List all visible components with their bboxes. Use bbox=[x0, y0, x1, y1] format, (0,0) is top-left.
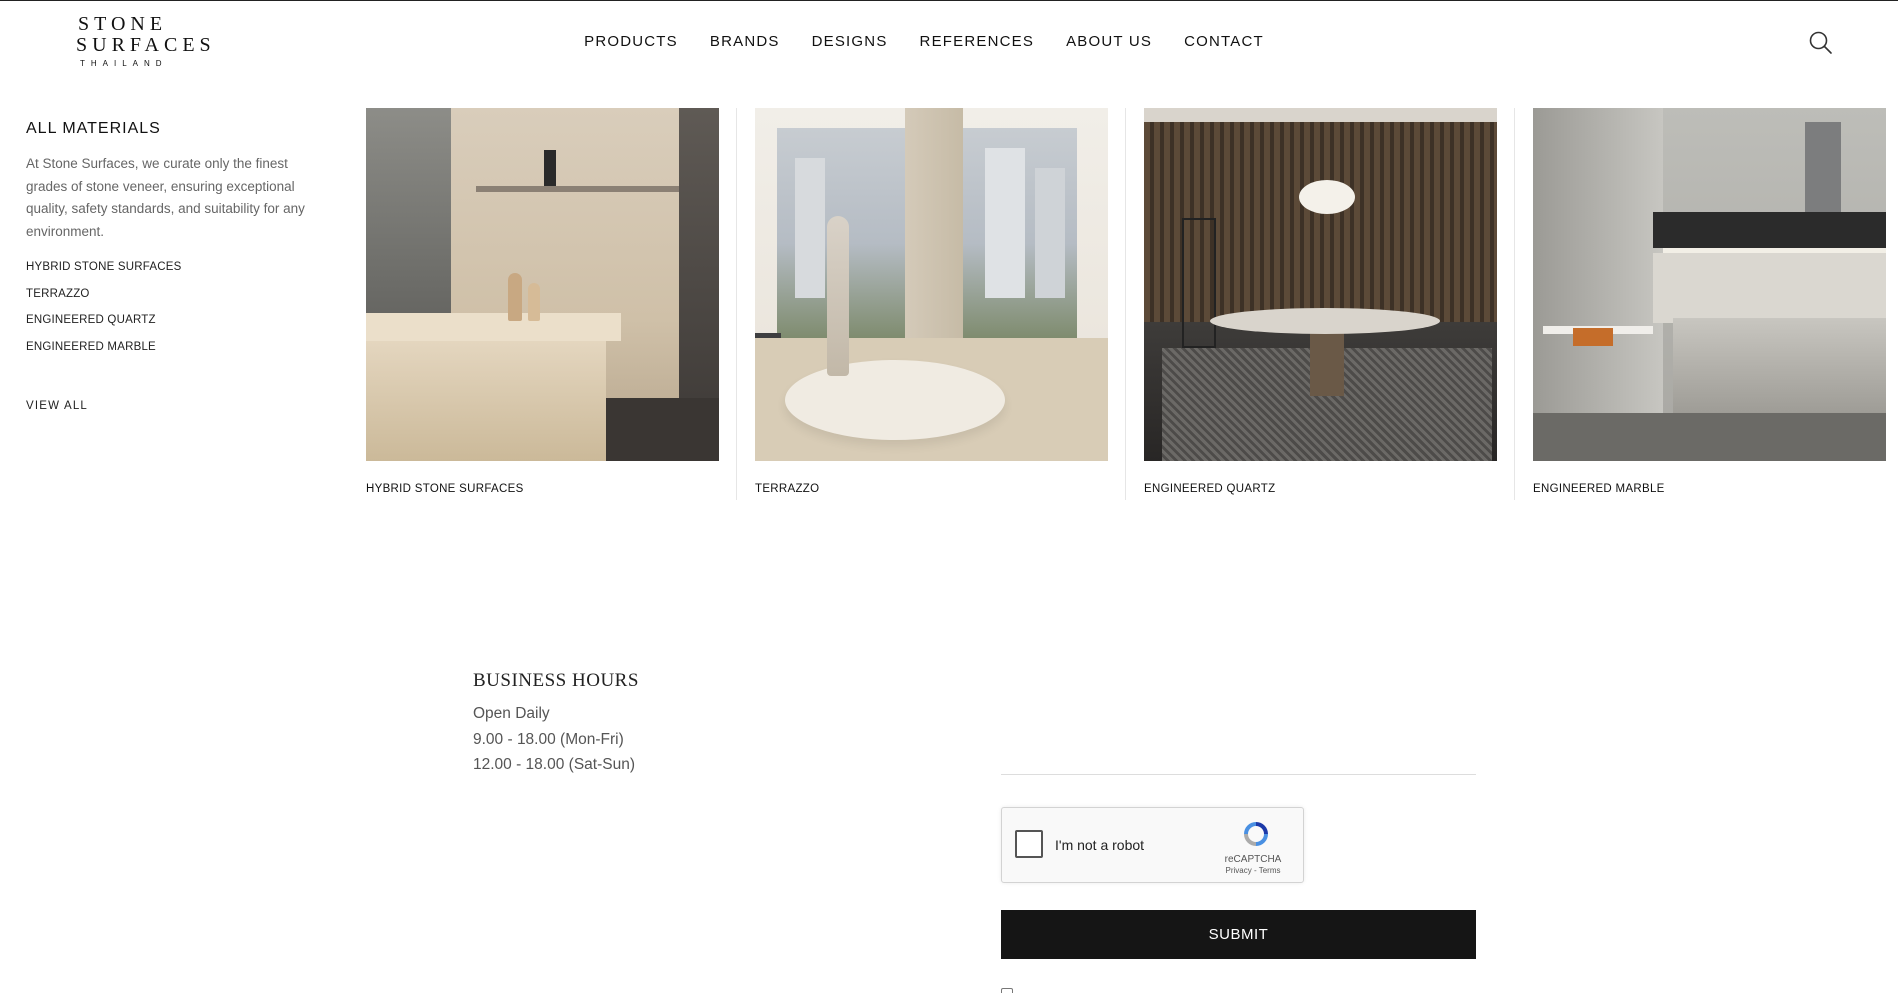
recaptcha-icon bbox=[1244, 822, 1268, 846]
menu-description: At Stone Surfaces, we curate only the fi… bbox=[26, 156, 305, 239]
engineered-marble-image bbox=[1533, 108, 1886, 461]
hours-line: 12.00 - 18.00 (Sat-Sun) bbox=[473, 756, 635, 773]
search-icon bbox=[1809, 31, 1832, 54]
menu-title: ALL MATERIALS bbox=[26, 120, 161, 137]
card-terrazzo[interactable]: TERRAZZO bbox=[736, 108, 1108, 500]
engineered-quartz-image bbox=[1144, 108, 1497, 461]
material-cards: HYBRID STONE SURFACES TERRAZZO ENGINEERE… bbox=[366, 108, 1886, 500]
nav-designs[interactable]: DESIGNS bbox=[812, 33, 888, 50]
nav-references[interactable]: REFERENCES bbox=[920, 33, 1035, 50]
nav-products[interactable]: PRODUCTS bbox=[584, 33, 678, 50]
card-engineered-quartz[interactable]: ENGINEERED QUARTZ bbox=[1125, 108, 1497, 500]
main-nav: PRODUCTS BRANDS DESIGNS REFERENCES ABOUT… bbox=[0, 33, 1898, 50]
hours-line: 9.00 - 18.00 (Mon-Fri) bbox=[473, 730, 624, 748]
terrazzo-image bbox=[755, 108, 1108, 461]
materials-list: HYBRID STONE SURFACES TERRAZZO ENGINEERE… bbox=[26, 254, 326, 360]
card-label: HYBRID STONE SURFACES bbox=[366, 483, 524, 495]
logo-line-3: THAILAND bbox=[80, 59, 168, 68]
nav-about-us[interactable]: ABOUT US bbox=[1066, 33, 1152, 50]
search-button[interactable] bbox=[1808, 30, 1834, 56]
menu-link-terrazzo[interactable]: TERRAZZO bbox=[26, 281, 326, 308]
menu-link-engineered-quartz[interactable]: ENGINEERED QUARTZ bbox=[26, 307, 326, 334]
hours-title: BUSINESS HOURS bbox=[473, 670, 639, 691]
recaptcha-privacy-terms[interactable]: Privacy - Terms bbox=[1213, 866, 1293, 875]
card-divider bbox=[1125, 108, 1126, 500]
recaptcha-label: I'm not a robot bbox=[1055, 837, 1145, 853]
card-label: ENGINEERED MARBLE bbox=[1533, 483, 1665, 495]
card-divider bbox=[1514, 108, 1515, 500]
top-border bbox=[0, 0, 1898, 1]
recaptcha-brand: reCAPTCHA bbox=[1224, 854, 1282, 865]
submit-button[interactable]: SUBMIT bbox=[1001, 910, 1476, 959]
card-label: TERRAZZO bbox=[755, 483, 820, 495]
menu-link-hybrid-stone[interactable]: HYBRID STONE SURFACES bbox=[26, 254, 326, 281]
business-hours: BUSINESS HOURS Open Daily 9.00 - 18.00 (… bbox=[473, 670, 639, 778]
nav-contact[interactable]: CONTACT bbox=[1184, 33, 1264, 50]
form-field-underline[interactable] bbox=[1001, 774, 1476, 775]
view-all-link[interactable]: VIEW ALL bbox=[26, 400, 326, 412]
card-label: ENGINEERED QUARTZ bbox=[1144, 483, 1276, 495]
card-hybrid-stone[interactable]: HYBRID STONE SURFACES bbox=[366, 108, 719, 495]
card-divider bbox=[736, 108, 737, 500]
card-engineered-marble[interactable]: ENGINEERED MARBLE bbox=[1514, 108, 1886, 500]
recaptcha-widget: I'm not a robot reCAPTCHA Privacy - Term… bbox=[1001, 807, 1304, 883]
hybrid-stone-image bbox=[366, 108, 719, 461]
nav-brands[interactable]: BRANDS bbox=[710, 33, 780, 50]
hours-line: Open Daily bbox=[473, 705, 550, 722]
terms-checkbox[interactable] bbox=[1001, 988, 1013, 993]
materials-menu: ALL MATERIALS At Stone Surfaces, we cura… bbox=[26, 120, 326, 412]
logo-line-1: STONE bbox=[78, 13, 168, 35]
menu-link-engineered-marble[interactable]: ENGINEERED MARBLE bbox=[26, 334, 326, 361]
recaptcha-checkbox[interactable] bbox=[1015, 830, 1043, 858]
